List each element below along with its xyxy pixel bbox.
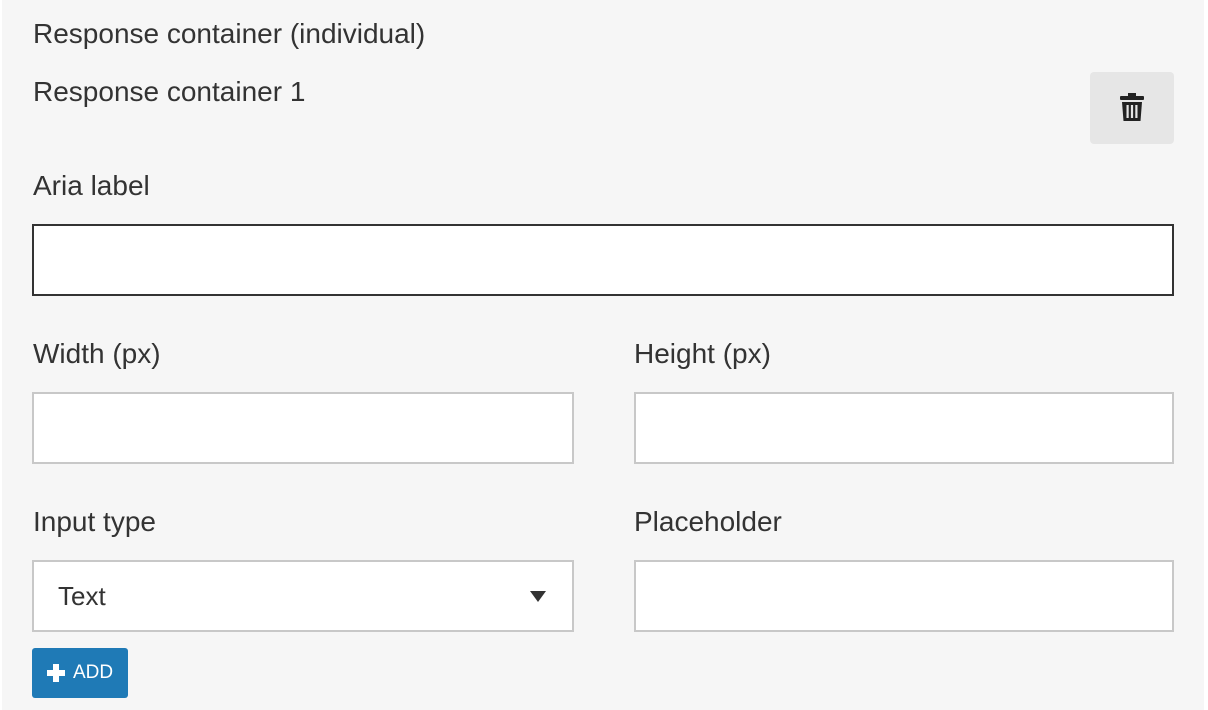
aria-label-input[interactable]	[32, 224, 1174, 296]
aria-label-label: Aria label	[33, 170, 150, 201]
height-label: Height (px)	[634, 338, 771, 369]
plus-icon	[46, 664, 65, 682]
placeholder-label: Placeholder	[634, 506, 782, 537]
input-type-select[interactable]: Text	[32, 560, 574, 632]
placeholder-input[interactable]	[634, 560, 1174, 632]
trash-icon	[1120, 92, 1144, 124]
delete-container-button[interactable]	[1090, 72, 1174, 144]
caret-down-icon	[530, 590, 546, 602]
width-input[interactable]	[32, 392, 574, 464]
add-button[interactable]: ADD	[32, 648, 128, 698]
section-title: Response container (individual)	[33, 18, 426, 49]
height-input[interactable]	[634, 392, 1174, 464]
response-container-panel: Response container (individual) Response…	[2, 0, 1204, 710]
input-type-selected-value: Text	[58, 580, 106, 611]
input-type-label: Input type	[33, 506, 156, 537]
container-name: Response container 1	[33, 76, 306, 107]
width-label: Width (px)	[33, 338, 161, 369]
add-button-label: ADD	[72, 662, 114, 683]
